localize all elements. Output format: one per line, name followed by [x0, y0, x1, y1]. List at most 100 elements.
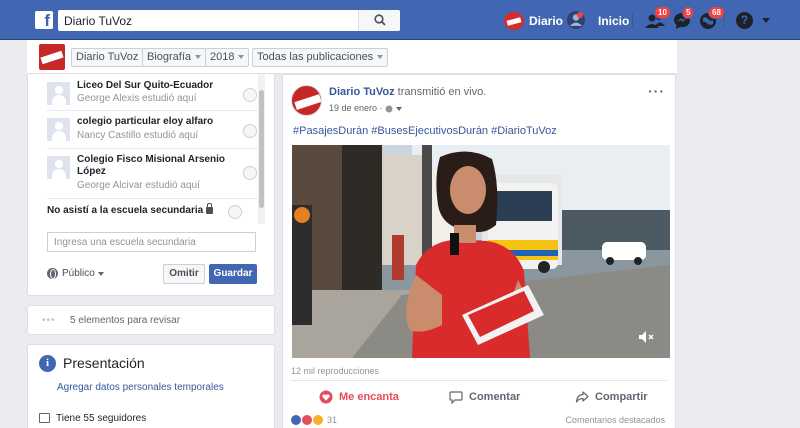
section-label: Biografía: [147, 51, 192, 63]
school-subtitle: George Alexis estudió aquí: [77, 93, 197, 104]
love-reaction-icon: [302, 415, 312, 425]
nav-page-shortcut[interactable]: Diario: [504, 11, 563, 31]
views-count: 12 mil reproducciones: [291, 366, 380, 376]
heart-icon: [319, 390, 333, 404]
post-card: Diario TuVoz transmitió en vivo. 19 de e…: [282, 74, 676, 428]
school-name: Liceo Del Sur Quito-Ecuador: [77, 80, 214, 91]
search-input[interactable]: [58, 10, 358, 31]
school-thumbnail-icon: [47, 118, 70, 141]
school-radio[interactable]: [243, 124, 257, 138]
privacy-label: Público: [62, 268, 95, 279]
filter-label: Todas las publicaciones: [257, 51, 374, 63]
post-header: Diario TuVoz transmitió en vivo.: [329, 86, 486, 98]
post-timestamp[interactable]: 19 de enero ·: [329, 103, 403, 113]
scrollbar-thumb[interactable]: [259, 90, 264, 208]
chevron-down-icon: [377, 55, 384, 60]
mute-icon[interactable]: [638, 330, 656, 344]
school-suggestions-card: Liceo Del Sur Quito-Ecuador George Alexi…: [27, 74, 275, 296]
school-option[interactable]: colegio particular eloy alfaro Nancy Cas…: [47, 116, 257, 148]
love-label: Me encanta: [339, 391, 399, 403]
school-option[interactable]: Liceo Del Sur Quito-Ecuador George Alexi…: [47, 80, 257, 112]
comment-label: Comentar: [469, 391, 521, 403]
messages-badge: 5: [682, 6, 695, 19]
post-options-icon[interactable]: ···: [648, 83, 665, 99]
notifications-button[interactable]: 68: [698, 6, 725, 30]
no-school-option[interactable]: No asistí a la escuela secundaria: [47, 202, 214, 216]
school-input[interactable]: [47, 232, 256, 252]
reaction-count: 31: [327, 415, 338, 425]
school-subtitle: Nancy Castillo estudió aquí: [77, 130, 199, 141]
post-action-text: transmitió en vivo.: [397, 86, 487, 98]
nav-page-label: Diario: [529, 14, 564, 28]
haha-reaction-icon: [313, 415, 323, 425]
account-menu-caret-icon[interactable]: [762, 18, 770, 23]
like-reaction-icon: [291, 415, 301, 425]
year-dropdown[interactable]: 2018: [205, 48, 250, 67]
top-comments-selector[interactable]: Comentarios destacados: [565, 415, 665, 425]
school-thumbnail-icon: [47, 156, 70, 179]
friend-requests-badge: 10: [654, 6, 671, 19]
share-button[interactable]: Compartir: [575, 387, 648, 407]
add-temporary-details-link[interactable]: Agregar datos personales temporales: [57, 382, 224, 393]
nav-divider: [632, 12, 633, 28]
school-radio[interactable]: [243, 88, 257, 102]
review-items-card[interactable]: ••• 5 elementos para revisar: [27, 305, 275, 335]
love-reaction-button[interactable]: Me encanta: [319, 387, 399, 407]
divider: [47, 110, 261, 111]
reactions-summary[interactable]: 31: [291, 415, 337, 427]
school-thumbnail-icon: [47, 82, 70, 105]
no-school-label: No asistí a la escuela secundaria: [47, 205, 204, 216]
timeline-subheader: Diario TuVoz Biografía 2018 Todas las pu…: [27, 40, 677, 74]
no-school-radio[interactable]: [228, 205, 242, 219]
share-icon: [575, 391, 589, 403]
chevron-down-icon: [238, 55, 245, 60]
skip-button[interactable]: Omitir: [163, 264, 205, 284]
friend-requests-button[interactable]: 10: [644, 6, 671, 30]
privacy-selector[interactable]: Público: [47, 264, 104, 283]
chevron-down-icon: [396, 107, 403, 111]
divider: [47, 148, 261, 149]
comment-button[interactable]: Comentar: [449, 387, 520, 407]
video-frame-image: [292, 145, 670, 358]
presentation-card: i Presentación Agregar datos personales …: [27, 344, 275, 428]
post-author-avatar[interactable]: [291, 85, 322, 116]
year-label: 2018: [210, 51, 235, 63]
facebook-logo-icon[interactable]: f: [35, 11, 53, 30]
help-icon[interactable]: ?: [736, 12, 753, 29]
chevron-down-icon: [97, 271, 104, 276]
divider: [291, 380, 667, 381]
page-name-tab[interactable]: Diario TuVoz: [71, 48, 144, 67]
search-icon: [374, 14, 386, 26]
chevron-down-icon: [195, 55, 202, 60]
messages-button[interactable]: 5: [672, 6, 695, 30]
page-logo-icon[interactable]: [39, 44, 65, 70]
comment-icon: [449, 391, 463, 404]
review-items-label: 5 elementos para revisar: [70, 315, 181, 326]
school-radio[interactable]: [243, 166, 257, 180]
filter-dropdown[interactable]: Todas las publicaciones: [252, 48, 389, 67]
school-option[interactable]: Colegio Fisco Misional Arsenio López Geo…: [47, 154, 257, 198]
search-button[interactable]: [358, 10, 400, 31]
post-author-link[interactable]: Diario TuVoz: [329, 86, 395, 98]
video-player[interactable]: [292, 145, 670, 358]
public-globe-icon: [385, 105, 393, 113]
top-navigation-bar: f Diario Inicio 10 5 68 ?: [0, 0, 800, 40]
search-box: [58, 10, 400, 31]
school-subtitle: George Alcivar estudió aquí: [77, 180, 200, 191]
school-name: colegio particular eloy alfaro: [77, 116, 214, 127]
save-button[interactable]: Guardar: [209, 264, 257, 284]
profile-avatar-icon[interactable]: [566, 10, 586, 30]
nav-home-link[interactable]: Inicio: [598, 14, 629, 28]
lock-icon: [206, 202, 214, 214]
section-dropdown[interactable]: Biografía: [142, 48, 207, 67]
more-dots-icon: •••: [42, 315, 56, 326]
nav-divider: [724, 12, 725, 28]
post-date: 19 de enero ·: [329, 103, 386, 113]
share-label: Compartir: [595, 391, 648, 403]
post-hashtags[interactable]: #PasajesDurán #BusesEjecutivosDurán #Dia…: [293, 125, 557, 137]
presentation-title: Presentación: [63, 355, 145, 371]
page-avatar-icon: [504, 12, 524, 30]
info-icon: i: [39, 355, 56, 372]
school-name: Colegio Fisco Misional Arsenio López: [77, 154, 225, 177]
globe-icon: [47, 268, 58, 279]
